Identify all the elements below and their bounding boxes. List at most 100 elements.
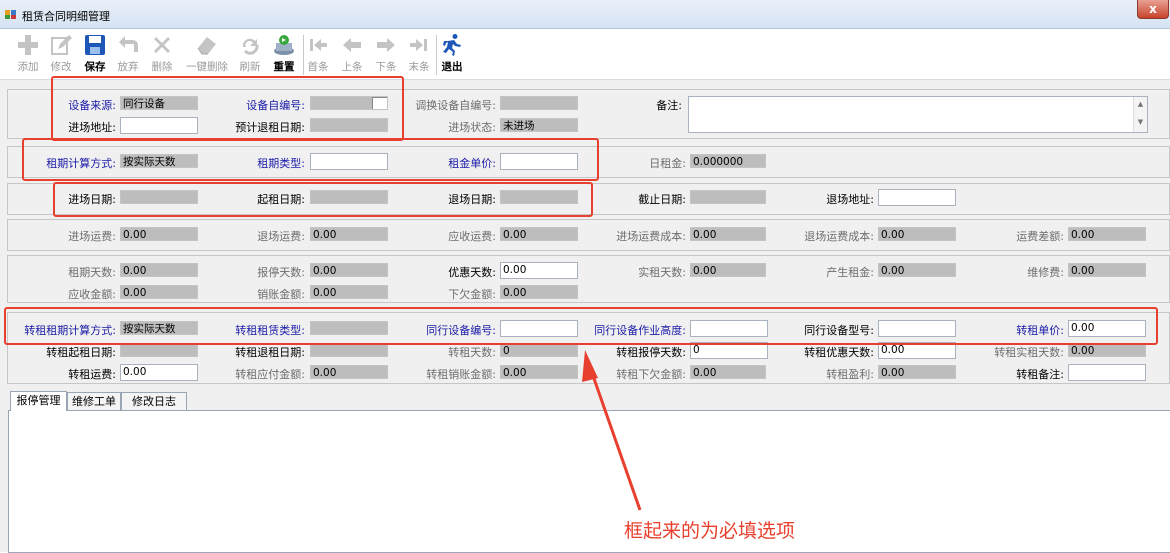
tab-content <box>8 410 1170 553</box>
edit-button[interactable]: 修改 <box>43 33 79 74</box>
next-button[interactable]: 下条 <box>368 33 404 74</box>
sub-owe-field[interactable]: 0.00 <box>690 365 766 379</box>
prev-label: 上条 <box>341 61 363 73</box>
rent-label: 产生租金: <box>826 266 874 279</box>
peer-no-input[interactable] <box>500 320 578 337</box>
rent-field[interactable]: 0.00 <box>878 263 956 277</box>
exit-date-label: 退场日期: <box>448 193 496 206</box>
recv-amt-field[interactable]: 0.00 <box>120 285 198 299</box>
peer-height-input[interactable] <box>690 320 768 337</box>
sub-days-label: 转租天数: <box>448 346 496 359</box>
tab-repair-order[interactable]: 维修工单 <box>67 392 121 410</box>
writeoff-field[interactable]: 0.00 <box>310 285 388 299</box>
exit-button[interactable]: 退出 <box>434 33 470 74</box>
entry-date-field[interactable] <box>120 190 198 204</box>
title-bar: 租赁合同明细管理 x <box>0 0 1170 29</box>
entry-status-field[interactable]: 未进场 <box>500 118 578 132</box>
sub-discount-label: 转租优惠天数: <box>804 346 874 359</box>
prev-button[interactable]: 上条 <box>334 33 370 74</box>
app-icon <box>5 10 16 19</box>
sub-start-field[interactable] <box>120 343 198 357</box>
end-date-field[interactable] <box>690 190 766 204</box>
sub-return-label: 转租退租日期: <box>235 346 305 359</box>
sub-type-field[interactable] <box>310 321 388 335</box>
calendar-icon[interactable] <box>372 97 387 109</box>
sub-actual-field[interactable]: 0.00 <box>1068 343 1146 357</box>
refresh-button[interactable]: 刷新 <box>232 33 268 74</box>
daily-field[interactable]: 0.000000 <box>690 154 766 168</box>
type-input[interactable] <box>310 153 388 170</box>
remark-label: 备注: <box>656 99 682 112</box>
start-date-field[interactable] <box>310 190 388 204</box>
repair-field[interactable]: 0.00 <box>1068 263 1146 277</box>
scroll-up-icon[interactable]: ▲ <box>1134 100 1147 108</box>
price-input[interactable] <box>500 153 578 170</box>
peer-model-input[interactable] <box>878 320 956 337</box>
add-button[interactable]: 添加 <box>10 33 46 74</box>
recv-amt-label: 应收金额: <box>68 288 116 301</box>
remark-scrollbar[interactable]: ▲ ▼ <box>1133 97 1147 132</box>
delete-all-button[interactable]: 一键删除 <box>182 33 232 74</box>
sub-payable-field[interactable]: 0.00 <box>310 365 388 379</box>
source-field[interactable]: 同行设备 <box>120 96 198 110</box>
sub-profit-field[interactable]: 0.00 <box>878 365 956 379</box>
exit-cost-field[interactable]: 0.00 <box>878 227 956 241</box>
running-man-icon <box>443 34 461 56</box>
sub-stop-label: 转租报停天数: <box>616 346 686 359</box>
reset-button[interactable]: 重置 <box>266 33 302 74</box>
sub-writeoff-field[interactable]: 0.00 <box>500 365 578 379</box>
sub-writeoff-label: 转租销账金额: <box>426 368 496 381</box>
sub-remark-input[interactable] <box>1068 364 1146 381</box>
sub-payable-label: 转租应付金额: <box>235 368 305 381</box>
sub-calc-field[interactable]: 按实际天数 <box>120 321 198 335</box>
undo-button[interactable]: 放弃 <box>110 33 146 74</box>
exit-fee-field[interactable]: 0.00 <box>310 227 388 241</box>
owe-label: 下欠金额: <box>448 288 496 301</box>
discount-input[interactable]: 0.00 <box>500 262 578 279</box>
save-icon <box>85 35 105 55</box>
sub-days-field[interactable]: 0 <box>500 343 578 357</box>
sub-price-input[interactable]: 0.00 <box>1068 320 1146 337</box>
delete-button[interactable]: 删除 <box>144 33 180 74</box>
tab-stop-management[interactable]: 报停管理 <box>10 391 67 411</box>
last-label: 末条 <box>408 61 430 73</box>
calc-label: 租期计算方式: <box>46 157 116 170</box>
arrow-right-icon <box>377 38 395 52</box>
days-label: 租期天数: <box>68 266 116 279</box>
sub-return-field[interactable] <box>310 343 388 357</box>
exit-label: 退出 <box>441 61 463 73</box>
delete-all-label: 一键删除 <box>186 61 228 73</box>
refresh-label: 刷新 <box>239 61 261 73</box>
peer-model-label: 同行设备型号: <box>804 324 874 337</box>
swapno-field[interactable] <box>500 96 578 110</box>
exit-date-field[interactable] <box>500 190 578 204</box>
peer-no-label: 同行设备编号: <box>426 324 496 337</box>
entry-addr-input[interactable] <box>120 117 198 134</box>
selfno-field[interactable] <box>310 96 388 110</box>
sub-stop-input[interactable]: 0 <box>690 342 768 359</box>
entry-cost-field[interactable]: 0.00 <box>690 227 766 241</box>
sub-fee-input[interactable]: 0.00 <box>120 364 198 381</box>
actual-field[interactable]: 0.00 <box>690 263 766 277</box>
recv-fee-field[interactable]: 0.00 <box>500 227 578 241</box>
calc-field[interactable]: 按实际天数 <box>120 154 198 168</box>
sub-type-label: 转租租赁类型: <box>235 324 305 337</box>
remark-textarea[interactable]: ▲ ▼ <box>688 96 1148 133</box>
last-button[interactable]: 末条 <box>401 33 437 74</box>
first-button[interactable]: 首条 <box>300 33 336 74</box>
stop-field[interactable]: 0.00 <box>310 263 388 277</box>
return-date-field[interactable] <box>310 118 388 132</box>
save-button[interactable]: 保存 <box>77 33 113 74</box>
days-field[interactable]: 0.00 <box>120 263 198 277</box>
tab-change-log[interactable]: 修改日志 <box>121 392 187 410</box>
first-icon <box>310 39 327 51</box>
first-label: 首条 <box>307 61 329 73</box>
owe-field[interactable]: 0.00 <box>500 285 578 299</box>
exit-addr-input[interactable] <box>878 189 956 206</box>
close-button[interactable]: x <box>1137 0 1169 19</box>
entry-fee-field[interactable]: 0.00 <box>120 227 198 241</box>
start-date-label: 起租日期: <box>257 193 305 206</box>
sub-discount-input[interactable]: 0.00 <box>878 342 956 359</box>
diff-field[interactable]: 0.00 <box>1068 227 1146 241</box>
scroll-down-icon[interactable]: ▼ <box>1134 118 1147 126</box>
